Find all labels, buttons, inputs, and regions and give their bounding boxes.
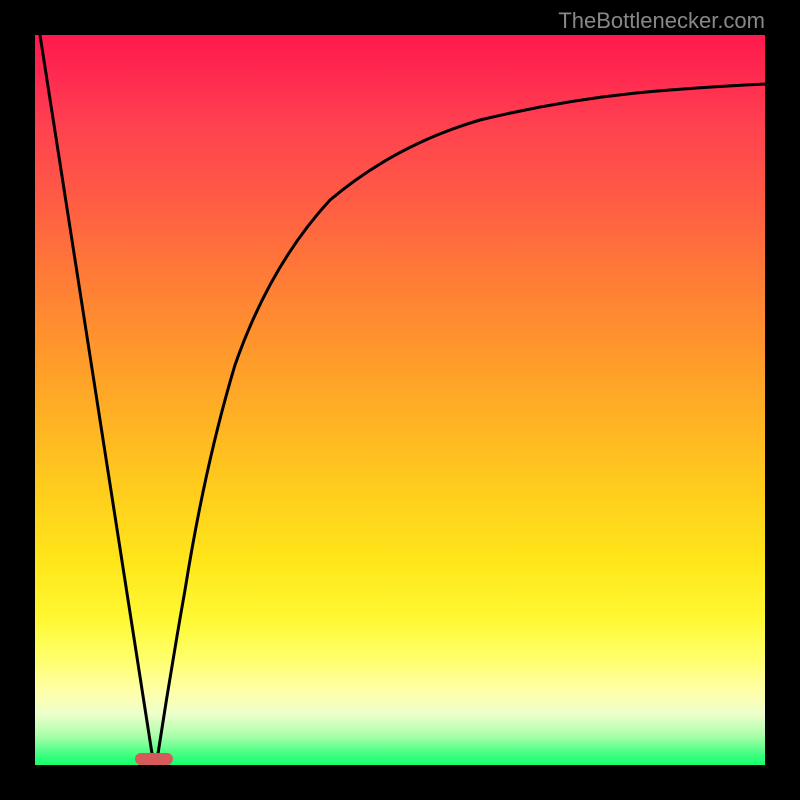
attribution-text: TheBottlenecker.com bbox=[558, 8, 765, 34]
chart-area bbox=[35, 35, 765, 765]
right-ascending-curve bbox=[157, 84, 765, 760]
curve-overlay bbox=[35, 35, 765, 765]
bottleneck-marker bbox=[135, 753, 173, 765]
left-descending-line bbox=[40, 35, 153, 760]
